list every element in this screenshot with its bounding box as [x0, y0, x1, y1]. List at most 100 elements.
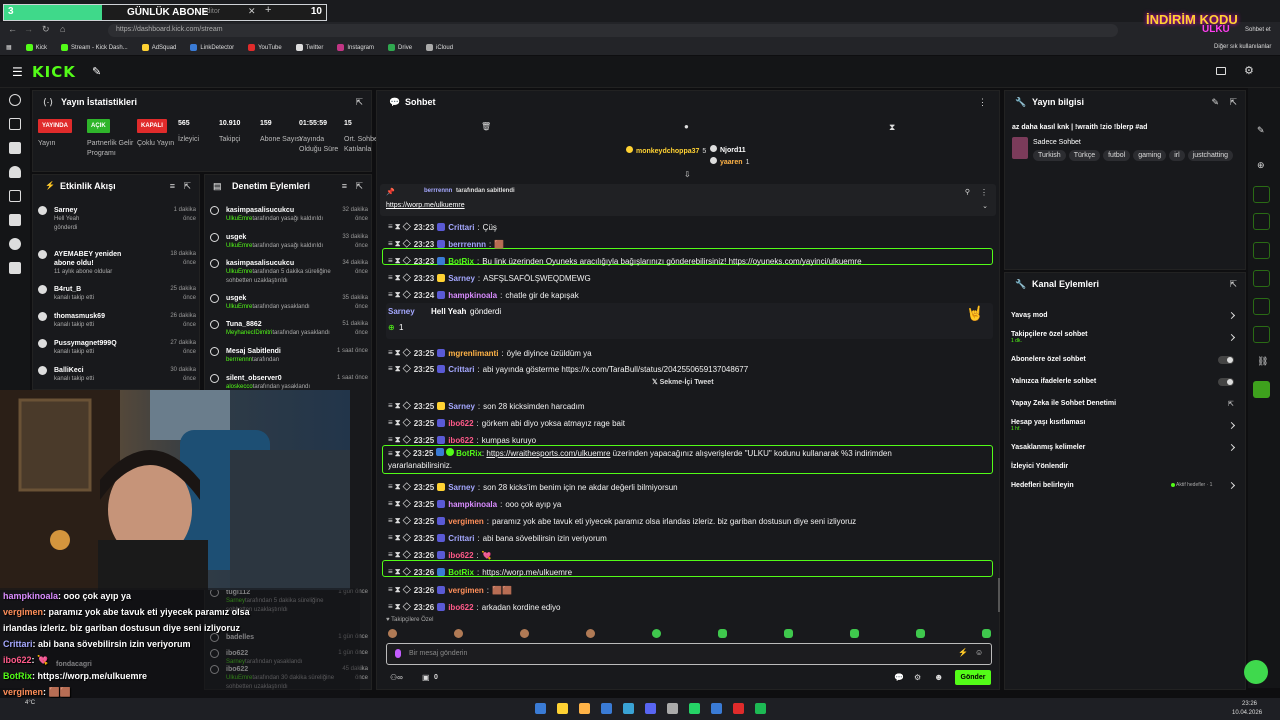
filter-icon[interactable]: ≡: [342, 181, 347, 191]
taskbar-app-icon[interactable]: [623, 703, 634, 714]
msg-user[interactable]: BotRix: [448, 257, 474, 266]
stream-icon[interactable]: [9, 94, 21, 106]
quick-action-7[interactable]: [1253, 381, 1270, 398]
toggle-switch[interactable]: [1218, 356, 1234, 364]
chat-message[interactable]: ≡ ⧗ ◇ 23:25 ibo622: kumpas kuruyo: [388, 435, 536, 445]
message-actions-icon[interactable]: ≡ ⧗ ◇: [388, 348, 411, 358]
top-user[interactable]: yaaren 1: [710, 157, 749, 166]
msg-user[interactable]: ibo622: [448, 551, 473, 560]
message-actions-icon[interactable]: ≡ ⧗ ◇: [388, 435, 411, 445]
unpin-icon[interactable]: ⚲: [965, 188, 970, 196]
chat-message[interactable]: ≡ ⧗ ◇ 23:26 ibo622: arkadan kordine ediyo: [388, 602, 561, 612]
chat-message[interactable]: ≡ ⧗ ◇ 23:23 berrrennn: 🟫: [388, 239, 504, 249]
forward-icon[interactable]: →: [24, 24, 33, 34]
emote-picker-icon[interactable]: ☻: [934, 672, 943, 682]
gift-user[interactable]: Sarney: [388, 307, 415, 316]
chat-message[interactable]: ≡ ⧗ ◇ 23:25 Crittari: abi yayında gösterme …: [388, 364, 748, 374]
activity-item[interactable]: AYEMABEY yeniden abone oldu! 11 aylık abo…: [38, 250, 196, 277]
bookmark-item[interactable]: iCloud: [426, 44, 453, 51]
kick-logo[interactable]: KICK: [32, 63, 76, 81]
quick-action-1[interactable]: [1253, 186, 1270, 203]
message-actions-icon[interactable]: ≡ ⧗ ◇: [388, 567, 411, 577]
msg-user[interactable]: vergimen: [448, 586, 484, 595]
activity-item[interactable]: B4rut_B kanalı takip etti 25 dakika önce: [38, 285, 196, 303]
stat-badge[interactable]: AÇIK: [87, 119, 110, 133]
taskbar-app-icon[interactable]: [755, 703, 766, 714]
message-actions-icon[interactable]: ≡ ⧗ ◇: [388, 499, 411, 509]
chat-message[interactable]: ≡ ⧗ ◇ 23:25 ibo622: görkem abi diyo yoksa a…: [388, 418, 625, 428]
taskbar-app-icon[interactable]: [601, 703, 612, 714]
target-icon[interactable]: ⊕: [1257, 160, 1265, 171]
edit-icon[interactable]: ✎: [1211, 97, 1219, 108]
msg-user[interactable]: berrrennn: [448, 240, 486, 249]
activity-item[interactable]: thomasmusk69 kanalı takip etti 26 dakika ö…: [38, 312, 196, 330]
moderation-item[interactable]: kasimpasalisucukcu UlkuEmretarafından 5 d…: [210, 259, 368, 286]
channel-action-item[interactable]: Yapay Zeka ile Sohbet Denetimi: [1011, 400, 1116, 407]
emote-icon[interactable]: [718, 629, 727, 638]
quick-action-6[interactable]: [1253, 326, 1270, 343]
message-actions-icon[interactable]: ≡ ⧗ ◇: [388, 256, 411, 266]
moderation-item[interactable]: usgek UlkuEmretarafından yasaklandı 35 dak…: [210, 294, 368, 312]
msg-user[interactable]: ibo622: [448, 436, 473, 445]
msg-user[interactable]: vergimen: [448, 517, 484, 526]
msg-user[interactable]: hampkinoala: [448, 500, 497, 509]
chat-input[interactable]: Bir mesaj gönderin: [386, 643, 992, 665]
bookmark-item[interactable]: LinkDetector: [190, 44, 234, 51]
filter-icon[interactable]: ≡: [170, 181, 175, 191]
emote-icon[interactable]: [784, 629, 793, 638]
link-icon[interactable]: ⛓: [1257, 356, 1268, 367]
emote-icon[interactable]: [850, 629, 859, 638]
bookmark-item[interactable]: AdSquad: [141, 44, 176, 51]
emote-icon[interactable]: [982, 629, 991, 638]
bank-icon[interactable]: [9, 262, 21, 274]
moderation-item[interactable]: Tuna_8862 MeyhanecIDimitritarafından yasa…: [210, 320, 368, 338]
quick-action-5[interactable]: [1253, 298, 1270, 315]
activity-item[interactable]: Pussymagnet999Q kanalı takip etti 27 dakik…: [38, 339, 196, 357]
msg-user[interactable]: BotRix: [456, 449, 482, 458]
stat-badge[interactable]: KAPALI: [137, 119, 167, 133]
url-input[interactable]: https://dashboard.kick.com/stream: [108, 24, 1118, 37]
msg-user[interactable]: Sarney: [448, 483, 475, 492]
link-icon[interactable]: [9, 118, 21, 130]
message-actions-icon[interactable]: ≡ ⧗ ◇: [388, 533, 411, 543]
send-button[interactable]: Gönder: [955, 670, 991, 685]
message-actions-icon[interactable]: ≡ ⧗ ◇: [388, 482, 411, 492]
chat-message[interactable]: ≡ ⧗ ◇ 23:23 Sarney: ASFŞLSAFÖLŞWEQDMEWG: [388, 273, 591, 283]
popout-icon[interactable]: ⇱: [355, 181, 363, 192]
msg-user[interactable]: Crittari: [448, 365, 474, 374]
lock-icon[interactable]: ▣: [422, 673, 430, 682]
chat-scrollbar[interactable]: [998, 578, 1000, 612]
popout-icon[interactable]: ⇱: [183, 181, 191, 192]
reload-icon[interactable]: ↻: [42, 24, 50, 35]
message-actions-icon[interactable]: ≡ ⧗ ◇: [388, 239, 411, 249]
emote-icon[interactable]: [454, 629, 463, 638]
tools-icon[interactable]: [9, 214, 21, 226]
taskbar-app-icon[interactable]: [557, 703, 568, 714]
msg-user[interactable]: BotRix: [448, 568, 474, 577]
moderator-name[interactable]: UlkuEmre: [226, 216, 252, 222]
msg-user[interactable]: mgrenlimanti: [448, 349, 498, 358]
tag-chip[interactable]: irl: [1169, 150, 1185, 161]
chat-message[interactable]: ≡ ⧗ ◇ 23:25 Crittari: abi bana sövebilirsin…: [388, 533, 607, 543]
home-icon[interactable]: ⌂: [60, 24, 65, 34]
taskbar-app-icon[interactable]: [579, 703, 590, 714]
activity-item[interactable]: BalliKeci kanalı takip etti 30 dakika önce: [38, 366, 196, 384]
emote-icon[interactable]: [916, 629, 925, 638]
taskbar-app-icon[interactable]: [711, 703, 722, 714]
channel-action-item[interactable]: Hedefleri belirleyin: [1011, 482, 1074, 489]
category-thumbnail[interactable]: [1012, 137, 1028, 159]
chat-message[interactable]: ≡ ⧗ ◇ 23:25 mgrenlimanti: öyle diyince üzül…: [388, 348, 592, 358]
tweet-embed-label[interactable]: 𝕏 Sekme-İçi Tweet: [652, 378, 714, 386]
moderator-name[interactable]: MeyhanecIDimitri: [226, 330, 272, 336]
expand-icon[interactable]: ⇩: [684, 170, 691, 179]
moderation-item[interactable]: usgek UlkuEmretarafından yasağı kaldırıld…: [210, 233, 368, 251]
hourglass-icon[interactable]: ⧗: [889, 122, 895, 133]
trash-icon[interactable]: 🗑: [481, 122, 491, 131]
support-chat-icon[interactable]: [1244, 660, 1268, 684]
emote-icon[interactable]: [652, 629, 661, 638]
message-actions-icon[interactable]: ≡ ⧗ ◇: [388, 364, 411, 374]
message-actions-icon[interactable]: ≡ ⧗ ◇: [388, 401, 411, 411]
trophy-icon[interactable]: [9, 166, 21, 178]
channel-action-item[interactable]: Yavaş mod: [1011, 312, 1048, 319]
bookmark-item[interactable]: Drive: [388, 44, 412, 51]
